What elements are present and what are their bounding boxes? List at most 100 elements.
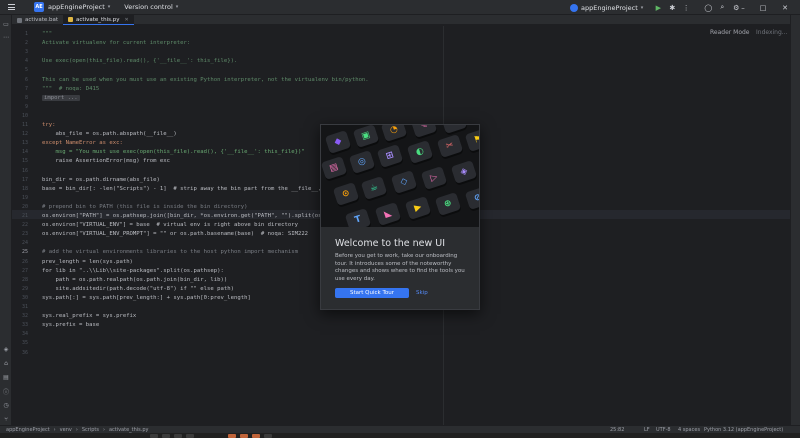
popup-title: Welcome to the new UI bbox=[335, 238, 446, 249]
run-configuration[interactable]: appEngineProject bbox=[581, 4, 638, 12]
keycap-icon: ⊙ bbox=[332, 182, 360, 206]
code-line[interactable]: Use exec(open(this_file).read(), {'__fil… bbox=[42, 57, 237, 66]
minimize-button[interactable]: – bbox=[734, 0, 752, 15]
chevron-down-icon[interactable]: ▾ bbox=[641, 5, 644, 11]
line-number: 26 bbox=[21, 258, 28, 265]
main-menu-icon[interactable] bbox=[4, 0, 18, 15]
code-text: Activate virtualenv for current interpre… bbox=[42, 40, 191, 47]
code-line[interactable]: abs_file = os.path.abspath(__file__) bbox=[42, 130, 176, 139]
code-line[interactable]: sys.real_prefix = sys.prefix bbox=[42, 312, 136, 321]
code-line[interactable]: import ... bbox=[42, 94, 80, 103]
taskbar-app-icon[interactable] bbox=[174, 433, 182, 438]
start-quick-tour-button[interactable]: Start Quick Tour bbox=[335, 288, 409, 298]
line-number: 2 bbox=[24, 40, 28, 47]
reader-mode-toggle[interactable]: Reader Mode bbox=[710, 29, 750, 36]
code-line[interactable]: prev_length = len(sys.path) bbox=[42, 258, 133, 267]
breadcrumb-item[interactable]: appEngineProject bbox=[6, 427, 50, 433]
right-toolbar bbox=[790, 15, 800, 425]
breadcrumb-item[interactable]: Scripts bbox=[82, 427, 99, 433]
keycap-icon: ▷ bbox=[420, 166, 448, 190]
close-icon[interactable]: ✕ bbox=[125, 17, 129, 23]
code-line[interactable]: """ bbox=[42, 30, 52, 39]
profile-icon[interactable]: ◯ bbox=[701, 0, 715, 15]
code-text: site.addsitedir(path.decode("utf-8") if … bbox=[42, 285, 234, 292]
taskbar-app-icon[interactable] bbox=[240, 433, 248, 438]
project-name[interactable]: appEngineProject bbox=[48, 3, 105, 11]
line-number: 35 bbox=[21, 340, 28, 347]
keycap-icon: ≡ bbox=[440, 125, 468, 134]
code-line[interactable]: try: bbox=[42, 121, 55, 130]
taskbar-app-icon[interactable] bbox=[228, 433, 236, 438]
project-badge[interactable]: AE bbox=[34, 2, 44, 12]
chevron-down-icon[interactable]: ▾ bbox=[176, 4, 179, 10]
code-line[interactable]: bin_dir = os.path.dirname(abs_file) bbox=[42, 176, 160, 185]
code-text: path = os.path.realpath(os.path.join(bin… bbox=[42, 276, 228, 283]
python-config-icon bbox=[570, 3, 578, 12]
keycap-icon: ▶ bbox=[404, 196, 432, 220]
structure-icon[interactable]: ⋯ bbox=[2, 33, 10, 41]
taskbar-app-icon[interactable] bbox=[162, 433, 170, 438]
folder-icon[interactable]: ▭ bbox=[2, 20, 10, 28]
more-icon[interactable]: ⋮ bbox=[679, 0, 693, 15]
line-number: 14 bbox=[21, 149, 28, 156]
folded-imports[interactable]: import ... bbox=[42, 94, 80, 101]
code-line[interactable]: # prepend bin to PATH (this file is insi… bbox=[42, 203, 247, 212]
code-line[interactable]: path = os.path.realpath(os.path.join(bin… bbox=[42, 276, 227, 285]
taskbar-app-icon[interactable] bbox=[264, 433, 272, 438]
breadcrumb-item[interactable]: venv bbox=[60, 427, 72, 433]
python-packages-icon[interactable]: ◈ bbox=[2, 345, 10, 353]
code-line[interactable]: os.environ["VIRTUAL_ENV"] = base # virtu… bbox=[42, 221, 298, 230]
code-line[interactable]: This can be used when you must use an ex… bbox=[42, 76, 369, 85]
chevron-down-icon[interactable]: ▾ bbox=[108, 4, 111, 10]
code-text: # add the virtual environments libraries… bbox=[42, 249, 298, 256]
line-number: 1 bbox=[24, 31, 28, 37]
code-line[interactable]: site.addsitedir(path.decode("utf-8") if … bbox=[42, 285, 234, 294]
terminal-icon[interactable]: ▤ bbox=[2, 373, 10, 381]
code-line[interactable]: Activate virtualenv for current interpre… bbox=[42, 39, 190, 48]
problems-icon[interactable]: ⓘ bbox=[2, 387, 10, 396]
taskbar-app-icon[interactable] bbox=[186, 433, 194, 438]
code-line[interactable]: for lib in "..\\Lib\\site-packages".spli… bbox=[42, 267, 224, 276]
line-number: 8 bbox=[24, 94, 28, 101]
python-file-icon bbox=[68, 17, 74, 22]
line-number: 16 bbox=[21, 167, 28, 174]
version-control-menu[interactable]: Version control bbox=[124, 3, 173, 11]
code-line[interactable]: msg = "You must use exec(open(this_file)… bbox=[42, 148, 304, 157]
code-line[interactable]: sys.prefix = base bbox=[42, 321, 99, 330]
editor-tabs: activate.bat activate_this.py ✕ bbox=[12, 15, 790, 25]
code-line[interactable]: os.environ["PATH"] = os.pathsep.join([bi… bbox=[42, 212, 359, 221]
taskbar-app-icon[interactable] bbox=[150, 433, 158, 438]
tab-activate-bat[interactable]: activate.bat bbox=[12, 15, 63, 25]
keycap-icon: ⊕ bbox=[434, 192, 462, 216]
breadcrumb-item[interactable]: activate_this.py bbox=[109, 427, 149, 433]
keycap-icon: ✂ bbox=[436, 134, 464, 158]
debug-icon[interactable]: ✱ bbox=[665, 0, 679, 15]
keycap-icon: ✎ bbox=[410, 125, 438, 138]
close-button[interactable]: ✕ bbox=[776, 0, 794, 15]
taskbar-app-icon[interactable] bbox=[252, 433, 260, 438]
code-line[interactable]: raise AssertionError(msg) from exc bbox=[42, 157, 170, 166]
tab-activate-this-py[interactable]: activate_this.py ✕ bbox=[63, 15, 134, 25]
line-number: 10 bbox=[21, 112, 28, 119]
keycap-icon: ☕ bbox=[360, 176, 388, 200]
title-bar: AE appEngineProject ▾ Version control ▾ … bbox=[0, 0, 800, 15]
code-text: """ bbox=[42, 31, 53, 37]
code-line[interactable]: sys.path[:] = sys.path[prev_length:] + s… bbox=[42, 294, 251, 303]
code-line[interactable]: """ # noqa: D415 bbox=[42, 85, 99, 94]
code-text: for lib in "..\\Lib\\site-packages".spli… bbox=[42, 267, 224, 274]
git-icon[interactable]: ⑂ bbox=[2, 415, 10, 423]
services-icon[interactable]: ◷ bbox=[2, 401, 10, 409]
skip-button[interactable]: Skip bbox=[416, 288, 428, 298]
maximize-button[interactable]: □ bbox=[754, 0, 772, 15]
line-number: 3 bbox=[24, 49, 28, 56]
code-line[interactable]: except NameError as exc: bbox=[42, 139, 123, 148]
code-line[interactable]: # add the virtual environments libraries… bbox=[42, 248, 298, 257]
line-number: 4 bbox=[24, 58, 28, 65]
python-console-icon[interactable]: ⌂ bbox=[2, 359, 10, 367]
search-icon[interactable]: ⌕ bbox=[715, 0, 729, 15]
code-line[interactable]: os.environ["VIRTUAL_ENV_PROMPT"] = "" or… bbox=[42, 230, 308, 239]
breadcrumb: appEngineProject › venv › Scripts › acti… bbox=[6, 427, 153, 433]
code-text: """ # noqa: D415 bbox=[42, 85, 100, 92]
welcome-illustration: ◆▣◔✎≡ ▤◎⊞◐✂⚑ ⊙☕◇▷◈ T◣▶⊕⊘ bbox=[321, 125, 479, 227]
run-icon[interactable]: ▶ bbox=[651, 0, 665, 15]
